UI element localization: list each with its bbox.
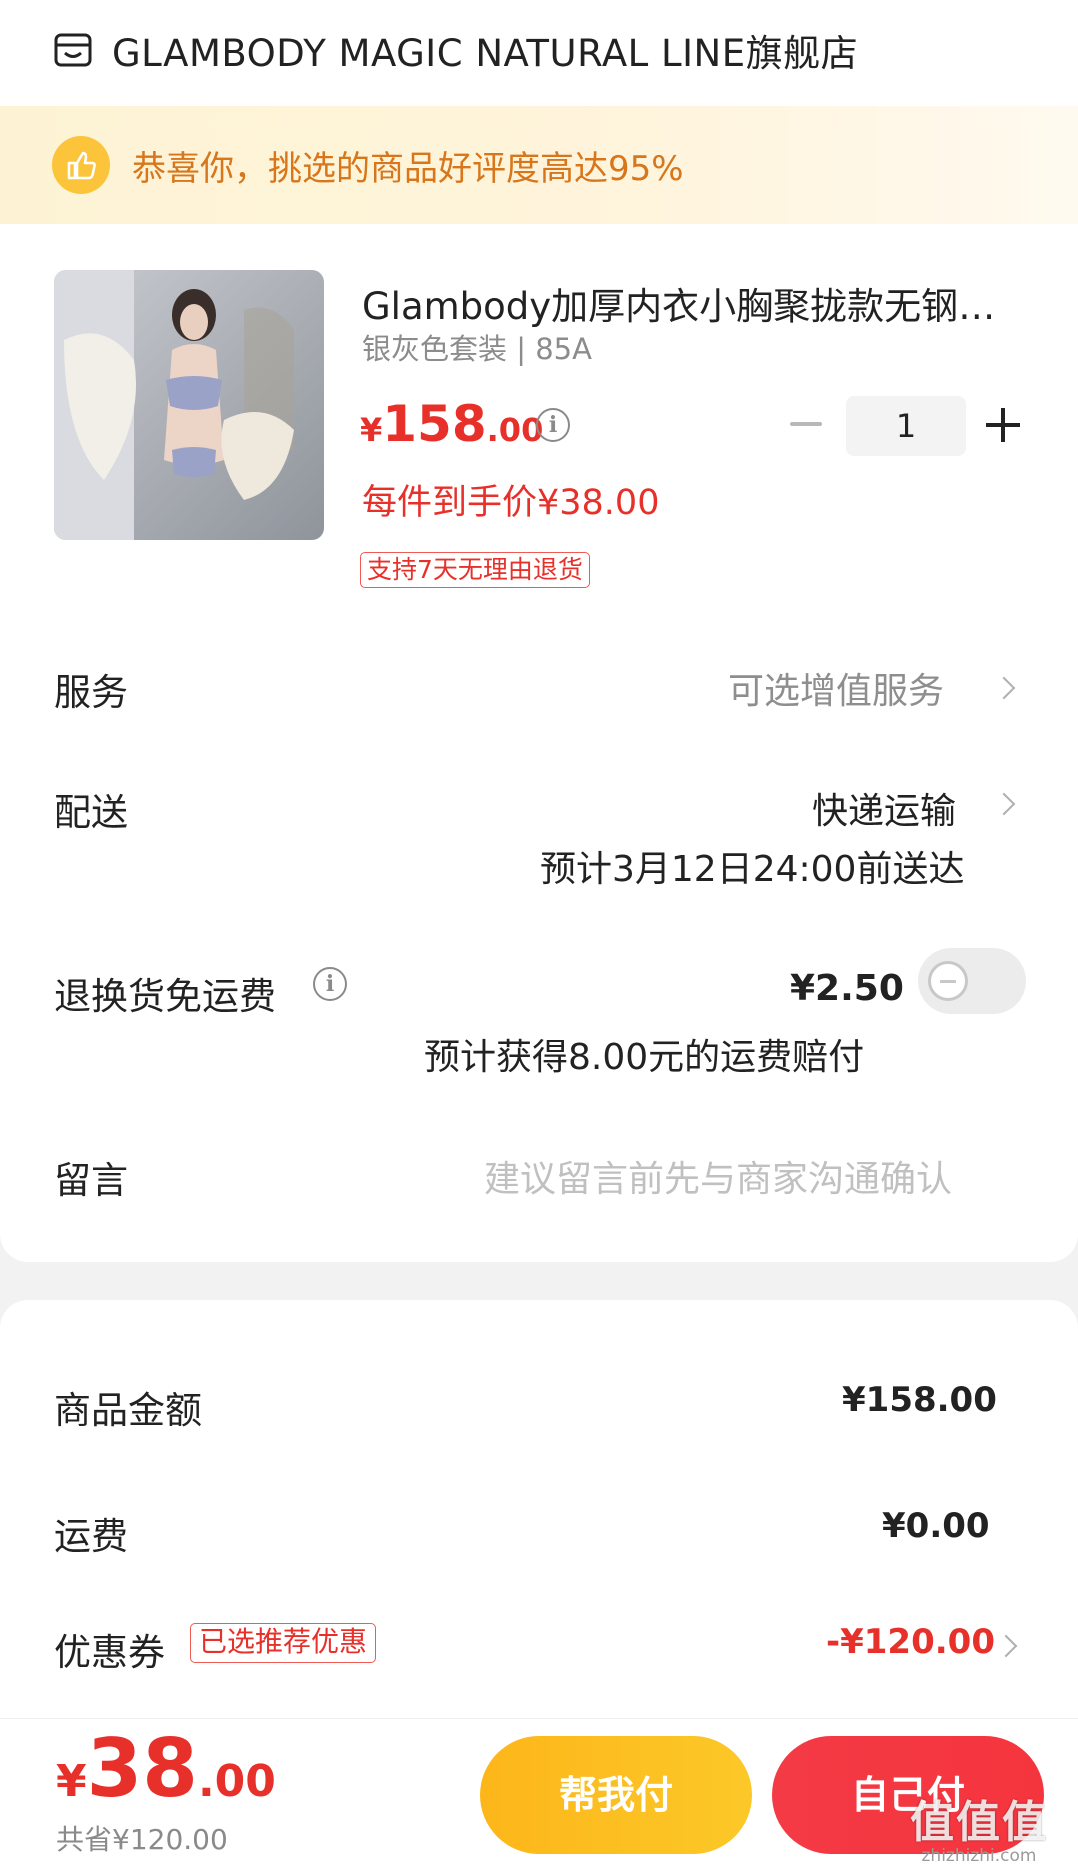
return-policy-tag: 支持7天无理由退货: [360, 552, 590, 588]
goods-amount-value: ¥158.00: [842, 1380, 997, 1420]
each-price: 每件到手价¥38.00: [362, 483, 660, 523]
total-currency: ¥: [56, 1756, 87, 1807]
goods-amount-label: 商品金额: [54, 1389, 202, 1432]
return-info-icon[interactable]: i: [313, 967, 347, 1001]
rating-banner: 恭喜你，挑选的商品好评度高达95%: [0, 106, 1078, 224]
help-pay-button[interactable]: 帮我付: [480, 1736, 752, 1854]
price-decimal: .00: [486, 411, 544, 449]
watermark-url: zhizhizhi.com: [921, 1846, 1037, 1866]
delivery-value[interactable]: 快递运输: [812, 782, 956, 834]
thumbs-up-icon: [52, 136, 110, 194]
store-name: GLAMBODY MAGIC NATURAL LINE旗舰店: [112, 32, 859, 75]
price-currency: ¥: [360, 411, 383, 449]
return-shipping-note: 预计获得8.00元的运费赔付: [424, 1037, 865, 1078]
toggle-knob: [928, 961, 968, 1001]
total-decimal: .00: [197, 1756, 276, 1807]
chevron-right-icon[interactable]: [992, 792, 1016, 816]
price-integer: 158: [382, 395, 487, 453]
product-image[interactable]: [54, 270, 324, 540]
shipping-value: ¥0.00: [882, 1506, 990, 1546]
shipping-label: 运费: [54, 1515, 128, 1558]
delivery-eta: 预计3月12日24:00前送达: [540, 849, 965, 890]
store-header[interactable]: GLAMBODY MAGIC NATURAL LINE旗舰店: [54, 20, 858, 80]
return-shipping-label: 退换货免运费: [54, 975, 276, 1018]
product-spec[interactable]: 银灰色套装 | 85A: [362, 326, 592, 368]
service-value[interactable]: 可选增值服务: [728, 662, 944, 714]
coupon-tag: 已选推荐优惠: [190, 1623, 377, 1663]
return-shipping-value: ¥2.50: [790, 968, 904, 1009]
message-label: 留言: [54, 1159, 128, 1202]
delivery-label: 配送: [54, 791, 128, 834]
quantity-decrease-button[interactable]: [788, 406, 824, 442]
total-price: ¥ 38 .00: [56, 1722, 276, 1815]
order-card: GLAMBODY MAGIC NATURAL LINE旗舰店 恭喜你，挑选的商品…: [0, 0, 1078, 1262]
service-label: 服务: [54, 671, 128, 714]
coupon-value[interactable]: -¥120.00: [826, 1622, 995, 1662]
total-integer: 38: [86, 1722, 198, 1815]
message-input[interactable]: 建议留言前先与商家沟通确认: [484, 1150, 952, 1202]
quantity-input[interactable]: 1: [846, 396, 966, 456]
rating-text: 恭喜你，挑选的商品好评度高达95%: [132, 148, 684, 189]
saved-amount: 共省¥120.00: [56, 1823, 228, 1856]
chevron-right-icon[interactable]: [992, 676, 1016, 700]
return-shipping-toggle[interactable]: [918, 948, 1026, 1014]
coupon-label: 优惠券: [54, 1631, 165, 1674]
quantity-increase-button[interactable]: [986, 408, 1020, 442]
watermark-logo: 值值值: [910, 1797, 1048, 1848]
price-info-icon[interactable]: i: [536, 408, 570, 442]
product-price: ¥ 158 .00: [360, 395, 543, 453]
watermark: 值值值 zhizhizhi.com: [910, 1786, 1048, 1866]
store-icon: [54, 33, 92, 67]
product-title[interactable]: Glambody加厚内衣小胸聚拢款无钢圈套装: [362, 276, 1022, 330]
